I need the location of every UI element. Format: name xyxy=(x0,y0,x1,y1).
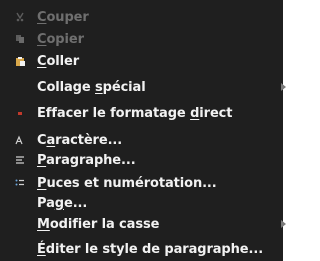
menu-item-modifier-casse[interactable]: Modifier la casse xyxy=(0,213,286,235)
menu-item-label: Coller xyxy=(37,53,80,69)
menu-item-label: Puces et numérotation... xyxy=(37,175,217,191)
character-icon xyxy=(13,133,27,147)
menu-item-label: Éditer le style de paragraphe... xyxy=(37,241,264,257)
menu-item-editer-style-paragraphe[interactable]: Éditer le style de paragraphe... xyxy=(0,238,283,260)
menu-item-puces-numerotation[interactable]: Puces et numérotation... xyxy=(0,172,283,194)
menu-item-label: Modifier la casse xyxy=(37,216,160,232)
menu-item-collage-special[interactable]: Collage spécial xyxy=(0,76,286,98)
menu-item-coller[interactable]: Coller xyxy=(0,50,283,72)
clear-formatting-icon xyxy=(13,106,27,120)
copy-icon xyxy=(13,32,27,46)
menu-item-label: Effacer le formatage direct xyxy=(37,105,233,121)
context-menu: Couper Copier Coller Collage spécial Eff… xyxy=(0,0,286,261)
paste-icon xyxy=(13,54,27,68)
paragraph-icon xyxy=(13,153,27,167)
scissors-icon xyxy=(13,10,27,24)
bullets-numbering-icon xyxy=(13,176,27,190)
menu-item-label: Page... xyxy=(37,195,88,211)
menu-item-caractere[interactable]: Caractère... xyxy=(0,129,283,151)
menu-item-label: Copier xyxy=(37,31,84,47)
menu-item-paragraphe[interactable]: Paragraphe... xyxy=(0,149,283,171)
menu-item-copier[interactable]: Copier xyxy=(0,28,283,50)
menu-item-page[interactable]: Page... xyxy=(0,192,283,214)
submenu-arrow-icon xyxy=(281,220,286,228)
menu-item-label: Collage spécial xyxy=(37,79,146,95)
menu-item-label: Caractère... xyxy=(37,132,123,148)
menu-item-label: Couper xyxy=(37,9,89,25)
menu-item-label: Paragraphe... xyxy=(37,152,136,168)
submenu-arrow-icon xyxy=(281,83,286,91)
menu-item-couper[interactable]: Couper xyxy=(0,6,283,28)
menu-item-effacer-formatage[interactable]: Effacer le formatage direct xyxy=(0,102,283,124)
